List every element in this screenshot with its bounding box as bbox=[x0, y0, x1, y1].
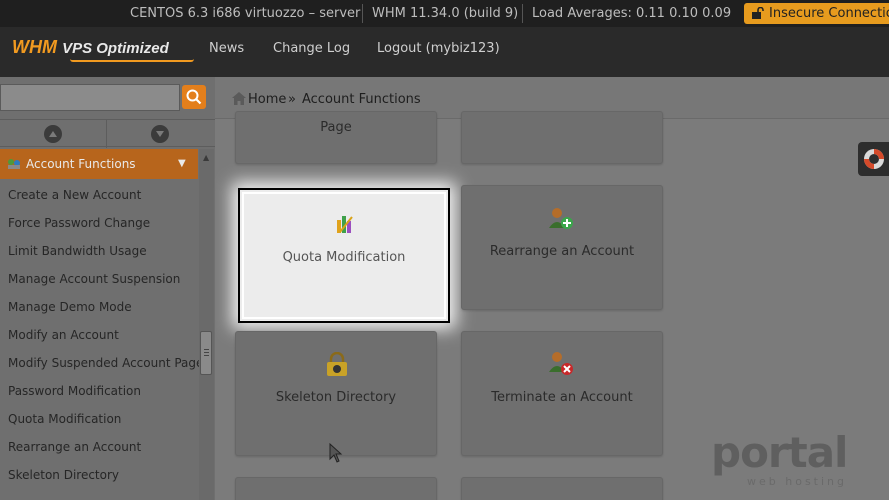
chevron-down-icon bbox=[156, 131, 164, 137]
whm-logo[interactable]: WHM VPS Optimized bbox=[12, 37, 194, 67]
server-os-text: CENTOS 6.3 i686 virtuozzo – server bbox=[130, 6, 361, 21]
watermark-sub-text: web hosting bbox=[747, 475, 847, 488]
news-link[interactable]: News bbox=[209, 27, 244, 71]
logo-swoosh bbox=[70, 59, 194, 62]
server-status-bar: CENTOS 6.3 i686 virtuozzo – server WHM 1… bbox=[0, 0, 889, 27]
sidebar-item-password-modification[interactable]: Password Modification bbox=[8, 381, 141, 401]
sidebar-item-create-account[interactable]: Create a New Account bbox=[8, 185, 141, 205]
sidebar-item-quota-modification[interactable]: Quota Modification bbox=[8, 409, 121, 429]
thumb-grip bbox=[204, 355, 209, 356]
skeleton-directory-tile[interactable]: Skeleton Directory bbox=[235, 331, 437, 456]
watermark-main-text: portal bbox=[711, 428, 848, 477]
sidebar-item-skeleton-directory[interactable]: Skeleton Directory bbox=[8, 465, 119, 485]
insecure-connection-label: Insecure Connection bbox=[769, 6, 889, 21]
lifebuoy-icon bbox=[864, 149, 884, 169]
tile-label: Terminate an Account bbox=[491, 390, 633, 405]
help-tab[interactable] bbox=[858, 142, 889, 176]
sidebar-item-force-password-change[interactable]: Force Password Change bbox=[8, 213, 150, 233]
status-divider bbox=[362, 4, 363, 23]
quota-modification-tile[interactable]: Quota Modification bbox=[238, 188, 450, 323]
search-button[interactable] bbox=[182, 85, 206, 109]
home-icon bbox=[232, 92, 246, 105]
sidebar-item-manage-demo-mode[interactable]: Manage Demo Mode bbox=[8, 297, 132, 317]
terminate-account-tile[interactable]: Terminate an Account bbox=[461, 331, 663, 456]
tile-label: Skeleton Directory bbox=[275, 390, 397, 405]
tile-label: Quota Modification bbox=[282, 250, 406, 265]
thumb-grip bbox=[204, 349, 209, 350]
scrollbar-up-arrow-icon[interactable]: ▲ bbox=[203, 153, 209, 162]
tile-label: Rearrange an Account bbox=[489, 244, 635, 259]
breadcrumb-current: Account Functions bbox=[302, 92, 421, 107]
logout-link[interactable]: Logout (mybiz123) bbox=[377, 27, 500, 71]
portal-watermark: portal web hosting bbox=[711, 432, 861, 492]
sidebar: Account Functions ▼ Create a New Account… bbox=[0, 77, 215, 500]
sidebar-item-manage-suspension[interactable]: Manage Account Suspension bbox=[8, 269, 180, 289]
tile-partial-page[interactable]: Page bbox=[235, 111, 437, 164]
account-functions-icon bbox=[8, 159, 20, 169]
account-functions-section-header[interactable]: Account Functions ▼ bbox=[0, 149, 198, 179]
sidebar-scroll-controls bbox=[0, 119, 215, 148]
change-log-link[interactable]: Change Log bbox=[273, 27, 350, 71]
logo-vps-text: VPS Optimized bbox=[62, 40, 169, 57]
sidebar-item-modify-account[interactable]: Modify an Account bbox=[8, 325, 119, 345]
insecure-connection-badge[interactable]: Insecure Connection bbox=[744, 3, 889, 24]
scroll-down-button[interactable] bbox=[151, 125, 169, 143]
tile-partial-bottom-left[interactable] bbox=[235, 477, 437, 500]
rearrange-account-tile[interactable]: Rearrange an Account bbox=[461, 185, 663, 310]
arrow-divider bbox=[106, 120, 107, 148]
breadcrumb-home-link[interactable]: Home bbox=[248, 92, 286, 107]
unlocked-padlock-icon bbox=[752, 7, 764, 19]
collapse-caret-icon[interactable]: ▼ bbox=[178, 149, 186, 179]
sidebar-item-limit-bandwidth[interactable]: Limit Bandwidth Usage bbox=[8, 241, 147, 261]
sidebar-item-modify-suspended-page[interactable]: Modify Suspended Account Page bbox=[8, 353, 203, 373]
chevron-up-icon bbox=[49, 131, 57, 137]
skeleton-lock-icon bbox=[327, 352, 347, 376]
thumb-grip bbox=[204, 352, 209, 353]
breadcrumb-separator: » bbox=[288, 92, 296, 107]
sidebar-search-input[interactable] bbox=[0, 84, 180, 111]
load-averages-text: Load Averages: 0.11 0.10 0.09 bbox=[532, 6, 732, 21]
scroll-up-button[interactable] bbox=[44, 125, 62, 143]
tile-partial-blank[interactable] bbox=[461, 111, 663, 164]
logo-whm-text: WHM bbox=[12, 37, 57, 57]
tile-partial-bottom-right[interactable] bbox=[461, 477, 663, 500]
section-title: Account Functions bbox=[26, 157, 136, 171]
sidebar-item-rearrange-account[interactable]: Rearrange an Account bbox=[8, 437, 141, 457]
status-divider bbox=[522, 4, 523, 23]
search-icon bbox=[186, 89, 202, 105]
quota-bars-icon bbox=[337, 216, 353, 233]
tile-label: Page bbox=[320, 120, 352, 135]
top-header: WHM VPS Optimized News Change Log Logout… bbox=[0, 27, 889, 77]
scrollbar-thumb[interactable] bbox=[200, 331, 212, 375]
user-add-icon bbox=[549, 208, 573, 229]
user-remove-icon bbox=[549, 352, 573, 375]
mouse-pointer-icon bbox=[329, 443, 343, 463]
sidebar-scrollbar[interactable]: ▲ bbox=[199, 149, 214, 500]
whm-version-text: WHM 11.34.0 (build 9) bbox=[372, 6, 519, 21]
